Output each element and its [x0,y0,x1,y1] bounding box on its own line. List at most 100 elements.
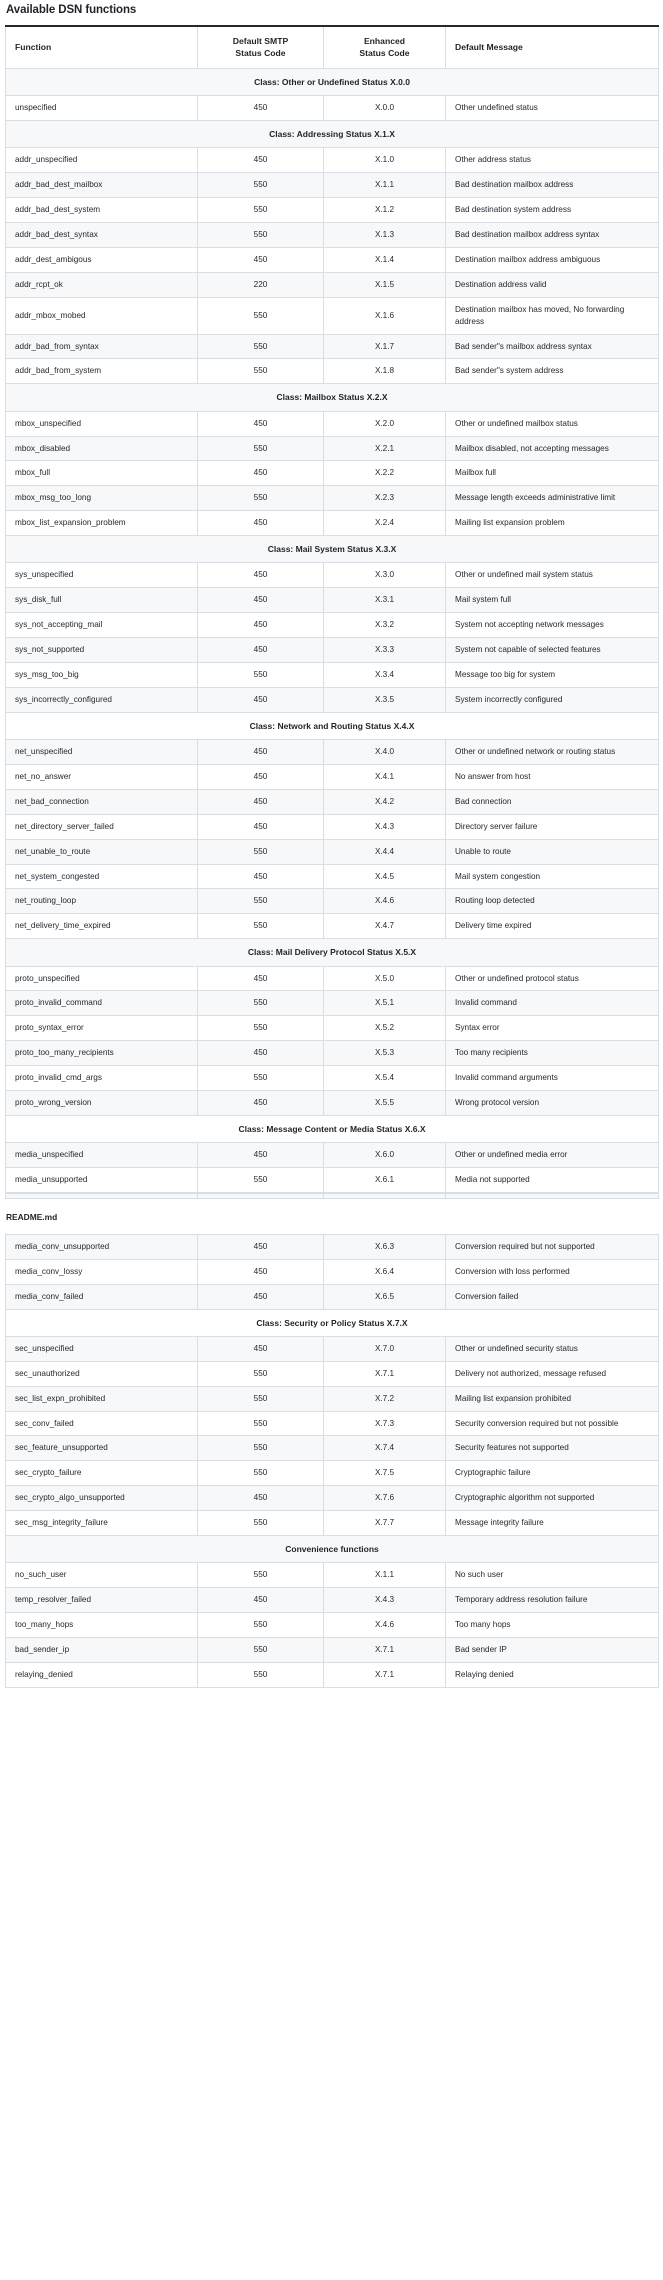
table-row: net_no_answer 450 X.4.1 No answer from host [5,763,659,790]
table-row: net_bad_connection 450 X.4.2 Bad connection [5,788,659,815]
cell-smtp-status: 550 [197,1510,324,1537]
cell-enhanced-status: X.5.2 [323,1015,446,1042]
cell-enhanced-status: X.1.3 [323,222,446,248]
column-header-enhanced-line1: Enhanced [363,36,406,46]
table-row: media_unspecified 450 X.6.0 Other or undefi… [5,1142,659,1169]
cell-smtp-status: 450 [197,1335,324,1362]
cell-function: mbox_unspecified [5,410,198,437]
truncated-row-stub [5,1192,659,1199]
cell-enhanced-status: X.4.6 [323,1612,446,1639]
table-body-part-1: Class: Other or Undefined Status X.0.0 un… [5,67,659,1193]
cell-default-message: Invalid command arguments [445,1065,659,1091]
cell-function: sys_disk_full [5,587,198,614]
table-row: addr_rcpt_ok 220 X.1.5 Destination address … [5,271,659,298]
cell-smtp-status: 450 [197,1485,324,1512]
cell-default-message: Syntax error [445,1015,659,1042]
cell-smtp-status: 550 [197,1435,324,1462]
cell-default-message: Too many hops [445,1612,659,1639]
cell-enhanced-status: X.4.2 [323,788,446,815]
cell-smtp-status: 450 [197,637,324,663]
cell-enhanced-status: X.6.4 [323,1258,446,1285]
cell-smtp-status: 450 [197,587,324,614]
cell-function: mbox_disabled [5,435,198,462]
cell-default-message: Other or undefined mailbox status [445,410,659,437]
table-row: too_many_hops 550 X.4.6 Too many hops [5,1612,659,1639]
cell-smtp-status: 550 [197,197,324,224]
table-row: proto_invalid_cmd_args 550 X.5.4 Invalid co… [5,1065,659,1091]
cell-smtp-status: 450 [197,739,324,765]
cell-enhanced-status: X.6.3 [323,1233,446,1260]
cell-function: bad_sender_ip [5,1637,198,1663]
cell-function: addr_bad_from_syntax [5,333,198,360]
cell-function: net_no_answer [5,763,198,790]
cell-default-message: Mailing list expansion problem [445,510,659,537]
class-header-label: Class: Other or Undefined Status X.0.0 [5,67,659,97]
column-header-function: Function [5,25,198,69]
cell-default-message: Routing loop detected [445,888,659,915]
table-body-part-2: media_conv_unsupported 450 X.6.3 Conversion… [5,1233,659,1688]
cell-function: proto_syntax_error [5,1015,198,1042]
cell-function: addr_bad_dest_mailbox [5,172,198,199]
table-row: mbox_disabled 550 X.2.1 Mailbox disabled, n… [5,435,659,462]
cell-default-message: Invalid command [445,990,659,1017]
class-header-row: Class: Message Content or Media Status X… [5,1114,659,1144]
cell-smtp-status: 450 [197,813,324,840]
table-row: relaying_denied 550 X.7.1 Relaying denied [5,1661,659,1688]
cell-function: media_conv_lossy [5,1258,198,1285]
column-header-enhanced-status: Enhanced Status Code [323,25,446,69]
cell-smtp-status: 450 [197,410,324,437]
cell-function: media_conv_unsupported [5,1233,198,1260]
cell-enhanced-status: X.7.6 [323,1485,446,1512]
cell-enhanced-status: X.6.0 [323,1142,446,1169]
cell-enhanced-status: X.5.4 [323,1065,446,1091]
truncated-cell-enhanced [323,1192,446,1199]
table-row: addr_bad_dest_syntax 550 X.1.3 Bad destinat… [5,222,659,248]
cell-default-message: Bad sender"s mailbox address syntax [445,333,659,360]
table-row: net_directory_server_failed 450 X.4.3 Direc… [5,813,659,840]
cell-enhanced-status: X.4.1 [323,763,446,790]
cell-enhanced-status: X.7.4 [323,1435,446,1462]
cell-enhanced-status: X.1.5 [323,271,446,298]
cell-smtp-status: 550 [197,1562,324,1589]
class-header-row: Class: Security or Policy Status X.7.X [5,1308,659,1337]
table-row-truncated [5,1192,659,1199]
cell-smtp-status: 550 [197,1637,324,1663]
cell-enhanced-status: X.2.4 [323,510,446,537]
cell-enhanced-status: X.4.3 [323,1587,446,1614]
cell-enhanced-status: X.5.5 [323,1089,446,1116]
cell-function: sec_conv_failed [5,1410,198,1437]
table-row: addr_bad_dest_mailbox 550 X.1.1 Bad destina… [5,172,659,199]
cell-default-message: Mailbox full [445,460,659,487]
cell-function: sys_not_accepting_mail [5,612,198,639]
cell-default-message: Other or undefined network or routing st… [445,739,659,765]
cell-default-message: Wrong protocol version [445,1089,659,1116]
cell-smtp-status: 550 [197,1460,324,1487]
cell-enhanced-status: X.4.5 [323,863,446,890]
class-header-label: Class: Security or Policy Status X.7.X [5,1308,659,1337]
class-header-label: Class: Mailbox Status X.2.X [5,383,659,412]
table-row: mbox_list_expansion_problem 450 X.2.4 Maili… [5,510,659,537]
cell-default-message: Other or undefined protocol status [445,965,659,992]
cell-enhanced-status: X.7.1 [323,1360,446,1387]
cell-enhanced-status: X.1.7 [323,333,446,360]
cell-default-message: Mailbox disabled, not accepting messages [445,435,659,462]
cell-default-message: Bad destination system address [445,197,659,224]
cell-smtp-status: 550 [197,1065,324,1091]
cell-function: sec_crypto_algo_unsupported [5,1485,198,1512]
cell-function: net_system_congested [5,863,198,890]
cell-default-message: Unable to route [445,838,659,865]
table-header-row: Function Default SMTP Status Code Enhanc… [5,25,659,69]
cell-smtp-status: 450 [197,1587,324,1614]
cell-enhanced-status: X.4.7 [323,913,446,940]
table-row: sys_msg_too_big 550 X.3.4 Message too big f… [5,661,659,688]
table-row: net_unspecified 450 X.4.0 Other or undefine… [5,739,659,765]
class-header-label: Class: Addressing Status X.1.X [5,120,659,149]
cell-default-message: Destination address valid [445,271,659,298]
table-row: addr_dest_ambigous 450 X.1.4 Destination ma… [5,246,659,273]
class-header-label: Class: Message Content or Media Status X… [5,1114,659,1144]
table-row: addr_mbox_mobed 550 X.1.6 Destination mailb… [5,296,659,335]
class-header-row: Class: Other or Undefined Status X.0.0 [5,67,659,97]
cell-function: media_conv_failed [5,1283,198,1310]
table-row: mbox_unspecified 450 X.2.0 Other or undefin… [5,410,659,437]
cell-default-message: Other or undefined media error [445,1142,659,1169]
